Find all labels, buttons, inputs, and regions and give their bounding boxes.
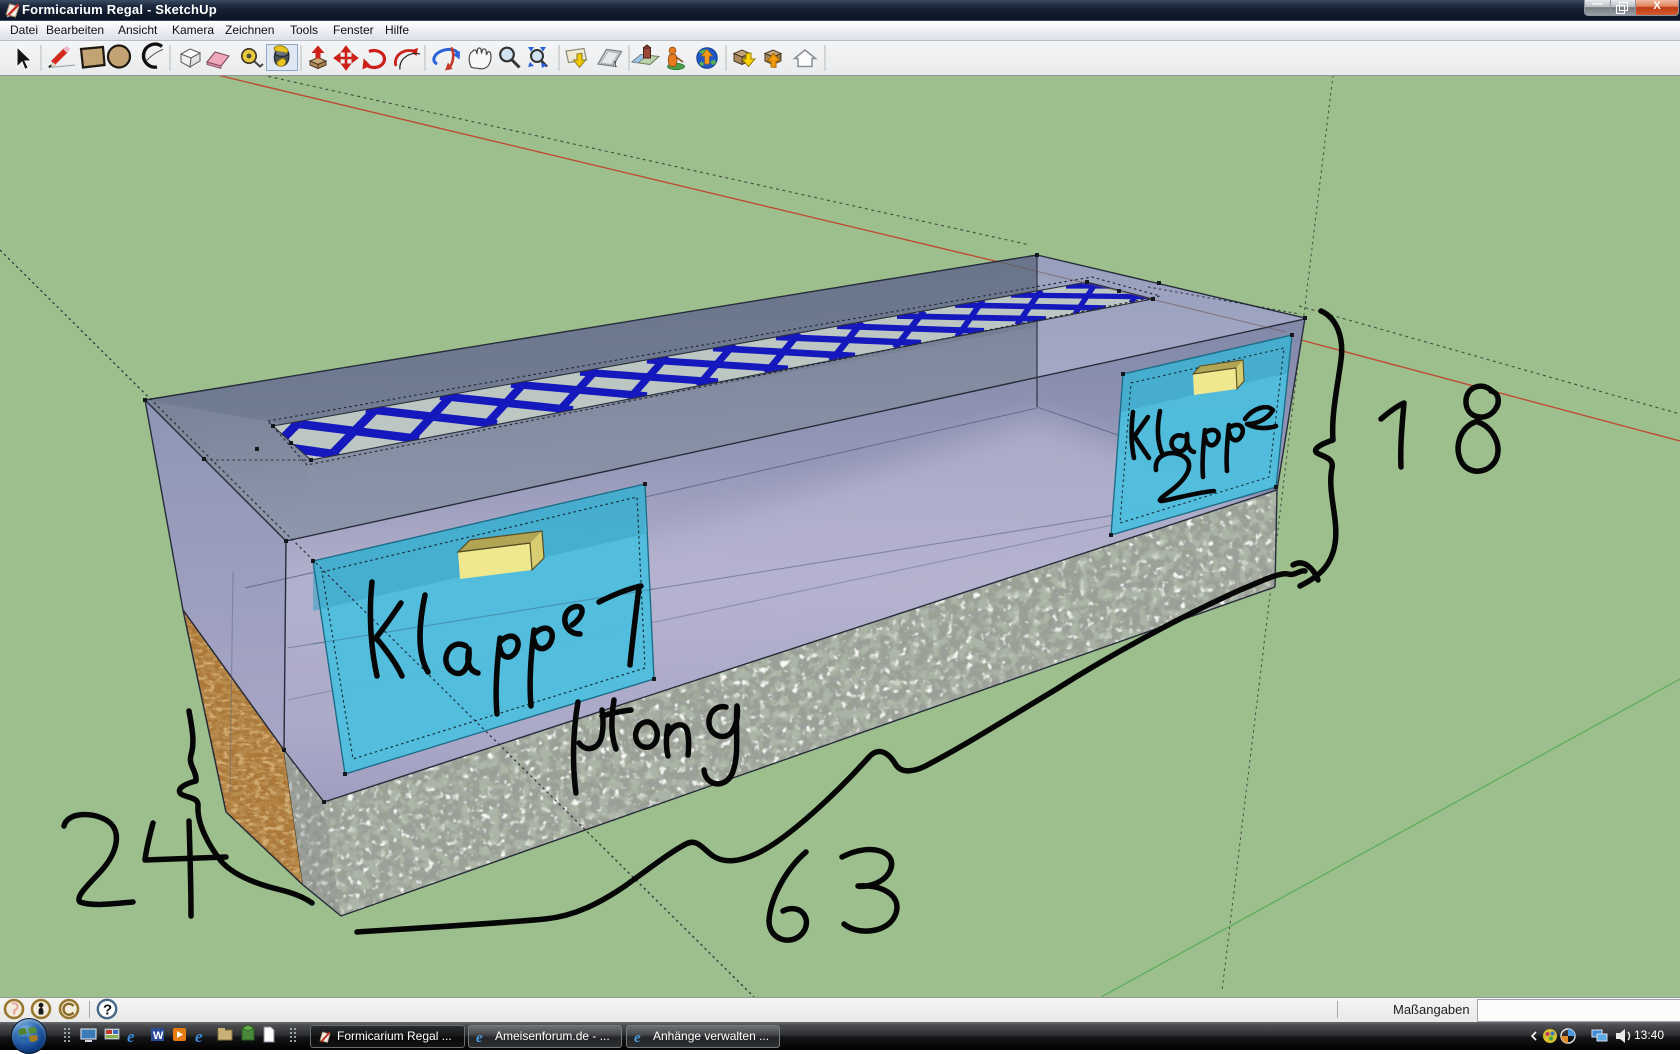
svg-text:?: ? bbox=[103, 1002, 112, 1019]
svg-text:W: W bbox=[153, 1030, 164, 1042]
svg-text:e: e bbox=[476, 1030, 483, 1045]
svg-text:e: e bbox=[127, 1027, 135, 1046]
svg-text:1: 1 bbox=[613, 60, 618, 69]
svg-text:e: e bbox=[195, 1027, 203, 1046]
svg-text:e: e bbox=[634, 1030, 641, 1045]
